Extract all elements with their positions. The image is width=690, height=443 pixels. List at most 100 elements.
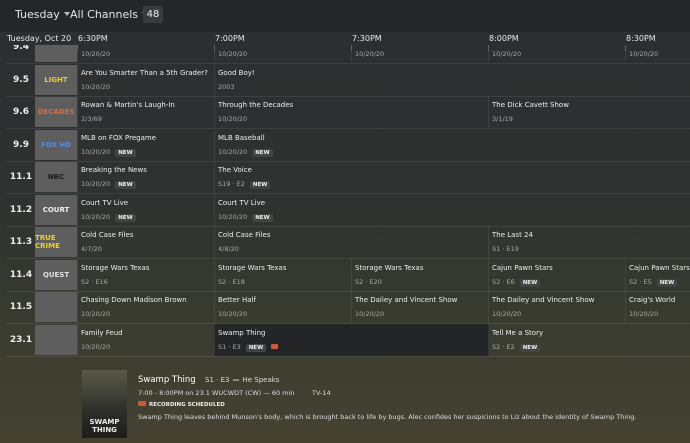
channel-number: 11.5 (9, 302, 33, 312)
program-cell[interactable]: Breaking the News 10/20/20 NEW (77, 161, 215, 193)
program-cell[interactable]: Storage Wars Texas S2 · E18 (214, 258, 352, 291)
channel-logo[interactable] (35, 292, 77, 322)
guide-grid: 9.4 Sale of the Century10/20/20Concentrat… (0, 45, 690, 367)
channel-number: 11.1 (9, 172, 33, 182)
program-subtitle: 10/20/20 (629, 310, 659, 318)
program-title: Storage Wars Texas (355, 263, 424, 272)
program-title: Storage Wars Texas (81, 263, 150, 272)
channel-row: 9.4 Sale of the Century10/20/20Concentrat… (7, 45, 690, 64)
program-cell[interactable]: MLB on FOX Pregame 10/20/20 NEW (77, 128, 215, 161)
program-cell[interactable]: The Dick Cavett Show 3/1/19 (488, 96, 690, 128)
channel-logo[interactable]: QUEST (35, 259, 77, 290)
channel-number: 23.1 (9, 334, 33, 345)
program-cell[interactable]: Craig's World 10/20/20 (625, 291, 690, 323)
program-cell-selected[interactable]: Swamp Thing S1 · E3 NEW (214, 323, 489, 356)
channel-number: 9.5 (13, 74, 29, 85)
detail-episode-title: He Speaks (242, 376, 280, 384)
program-cell[interactable]: Family Feud 10/20/20 (77, 323, 215, 356)
program-title: Craig's World (629, 296, 676, 304)
time-slot: 6:30PM (78, 34, 108, 43)
program-cell[interactable]: Cajun Pawn Stars S2 · E6 NEW (488, 258, 626, 291)
channel-logo[interactable]: COURT (35, 194, 77, 225)
channel-number: 9.4 (13, 45, 29, 52)
program-cell[interactable]: Good Boy! 2003 (214, 63, 690, 96)
program-subtitle: 10/20/20 (355, 50, 385, 58)
channel-logo[interactable]: DECADES (35, 97, 77, 127)
channel-logo[interactable]: TRUE CRIME (35, 227, 77, 257)
program-cell[interactable]: Sale of the Century10/20/20 (77, 45, 215, 63)
channel-row: 11.2 COURT Court TV Live 10/20/20 NEW Court T… (7, 193, 690, 227)
channel-logo[interactable]: NBC (35, 162, 77, 192)
time-slot: 7:00PM (215, 34, 245, 43)
program-cell[interactable]: Supermarket Sweep10/20/20 (488, 45, 626, 63)
program-title: The Dailey and Vincent Show (355, 296, 458, 304)
recording-status-label: RECORDING SCHEDULED (149, 402, 225, 408)
day-dropdown[interactable]: Tuesday (15, 8, 70, 21)
program-subtitle: S1 · E19 (492, 245, 519, 253)
detail-episode: S1 · E3— He Speaks (205, 376, 279, 384)
program-subtitle: S19 · E2 (218, 180, 245, 188)
program-title: The Dick Cavett Show (492, 101, 569, 109)
program-title: Cold Case Files (218, 231, 271, 239)
channel-logo[interactable] (35, 45, 77, 62)
program-cell[interactable]: Court TV Live 10/20/20 NEW (214, 193, 690, 226)
program-cell[interactable]: Rowan & Martin's Laugh-In 2/3/69 (77, 96, 215, 128)
program-cell[interactable]: Storage Wars Texas S2 · E20 (351, 258, 489, 291)
program-poster[interactable]: SWAMP THING (82, 370, 127, 438)
program-cell[interactable]: Are You Smarter Than a 5th Grader? 10/20/… (77, 63, 215, 96)
program-cell[interactable]: Through the Decades 10/20/20 (214, 96, 489, 128)
program-cell[interactable]: Better Half 10/20/20 (214, 291, 352, 323)
program-subtitle: S2 · E18 (218, 277, 245, 286)
channel-filter-dropdown[interactable]: All Channels (70, 8, 149, 21)
program-cell[interactable]: Let's Make a Deal10/20/20 (351, 45, 489, 63)
program-cell[interactable]: Cajun Pawn Stars S2 · E5 NEW (625, 258, 690, 291)
program-cell[interactable]: Cold Case Files 4/8/20 (214, 226, 489, 258)
program-cell[interactable]: The Voice S19 · E2 NEW (214, 161, 690, 193)
program-subtitle: S2 · E6 (492, 277, 515, 286)
program-cell[interactable]: Chasing Down Madison Brown 10/20/20 (77, 291, 215, 323)
new-badge: NEW (252, 148, 273, 157)
program-title: Breaking the News (81, 166, 147, 174)
channel-count: 48 (143, 6, 163, 23)
program-cell[interactable]: Cold Case Files 4/7/20 (77, 226, 215, 258)
program-cell[interactable]: MLB Baseball 10/20/20 NEW (214, 128, 690, 161)
program-cell[interactable]: The Last 24 S1 · E19 (488, 226, 690, 258)
program-title: Good Boy! (218, 68, 255, 77)
channel-number: 9.9 (13, 139, 29, 150)
program-subtitle: 10/20/20 (218, 147, 248, 156)
program-cell[interactable]: Court TV Live 10/20/20 NEW (77, 193, 215, 226)
program-cell[interactable]: The Dailey and Vincent Show 10/20/20 (351, 291, 489, 323)
poster-title: SWAMP THING (89, 418, 120, 434)
program-subtitle: S2 · E16 (81, 277, 108, 286)
top-toolbar: Tuesday All Channels 48 (0, 0, 690, 32)
program-detail-panel: SWAMP THING Swamp Thing S1 · E3— He Speak… (0, 368, 690, 443)
channel-logo-text: QUEST (42, 270, 70, 279)
time-header: Tuesday, Oct 20 6:30PM 7:00PM 7:30PM 8:0… (0, 34, 690, 45)
channel-number: 11.4 (9, 269, 33, 280)
channel-logo-text: LIGHT (44, 75, 68, 84)
program-subtitle: 2003 (218, 82, 235, 91)
program-cell[interactable]: The Dailey and Vincent Show 10/20/20 (488, 291, 626, 323)
channel-number: 11.3 (9, 237, 33, 247)
channel-logo-text: TRUE CRIME (35, 234, 60, 250)
program-cell[interactable]: Tell Me a Story S2 · E2 NEW (488, 323, 690, 356)
program-title: Chasing Down Madison Brown (81, 296, 187, 304)
program-title: Through the Decades (218, 101, 294, 109)
detail-title: Swamp Thing (138, 375, 196, 385)
channel-logo[interactable]: FOX HD (35, 129, 77, 160)
program-cell[interactable]: Card Sharks10/20/20 (625, 45, 690, 63)
program-subtitle: 10/20/20 (355, 310, 385, 318)
channel-logo[interactable]: LIGHT (35, 64, 77, 95)
program-title: Court TV Live (218, 198, 266, 207)
channel-row: 9.5 LIGHT Are You Smarter Than a 5th Grade… (7, 63, 690, 97)
program-title: MLB Baseball (218, 133, 265, 142)
program-subtitle: 4/8/20 (218, 245, 239, 253)
program-subtitle: 2/3/69 (81, 115, 102, 123)
program-cell[interactable]: Storage Wars Texas S2 · E16 (77, 258, 215, 291)
program-title: Storage Wars Texas (218, 263, 287, 272)
program-cell[interactable]: Concentration10/20/20 (214, 45, 352, 63)
program-subtitle: 10/20/20 (81, 147, 111, 156)
channel-logo[interactable] (35, 324, 77, 355)
new-badge: NEW (115, 148, 136, 157)
program-subtitle: 10/20/20 (218, 212, 248, 221)
